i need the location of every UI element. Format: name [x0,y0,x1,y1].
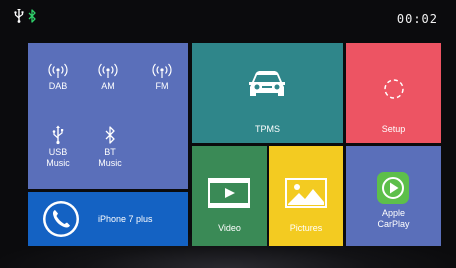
fm-button[interactable]: FM [142,63,182,92]
pictures-tile[interactable]: Pictures [269,146,343,246]
phone-tile[interactable]: iPhone 7 plus [28,192,188,246]
pictures-label: Pictures [289,223,323,233]
setup-label: Setup [381,124,406,134]
clock: 00:02 [396,12,438,26]
radio-signal-icon [48,63,68,78]
carplay-icon [377,172,409,204]
media-sources-panel: DAB AM FM USB Music BT Music [28,43,188,189]
radio-signal-icon [152,63,172,78]
carplay-label: Apple CarPlay [377,208,410,229]
am-button[interactable]: AM [88,63,128,92]
bluetooth-icon [28,9,37,23]
gear-icon [384,79,404,99]
carplay-tile[interactable]: Apple CarPlay [346,146,441,246]
video-tile[interactable]: Video [192,146,267,246]
dab-button[interactable]: DAB [38,63,78,92]
video-label: Video [218,223,241,233]
fm-label: FM [155,81,169,91]
bt-music-label: BT Music [98,147,122,168]
head-unit-screen: 00:02 DAB AM FM USB Music BT Music iPhon… [0,0,456,268]
usb-icon [52,125,64,145]
radio-signal-icon [98,63,118,78]
bt-music-button[interactable]: BT Music [90,125,130,169]
phone-icon [43,201,79,237]
tpms-label: TPMS [254,124,280,134]
dab-label: DAB [48,81,68,91]
am-label: AM [101,81,115,91]
tpms-tile[interactable]: TPMS [192,43,343,143]
usb-icon [14,9,24,23]
usb-music-button[interactable]: USB Music [38,125,78,169]
car-icon [249,71,285,96]
setup-tile[interactable]: Setup [346,43,441,143]
status-bar: 00:02 [0,0,456,36]
bluetooth-icon [105,126,115,144]
phone-device-name: iPhone 7 plus [98,214,153,224]
picture-icon [285,178,327,208]
status-icons [14,9,37,23]
usb-music-label: USB Music [46,147,70,168]
video-icon [208,178,250,208]
